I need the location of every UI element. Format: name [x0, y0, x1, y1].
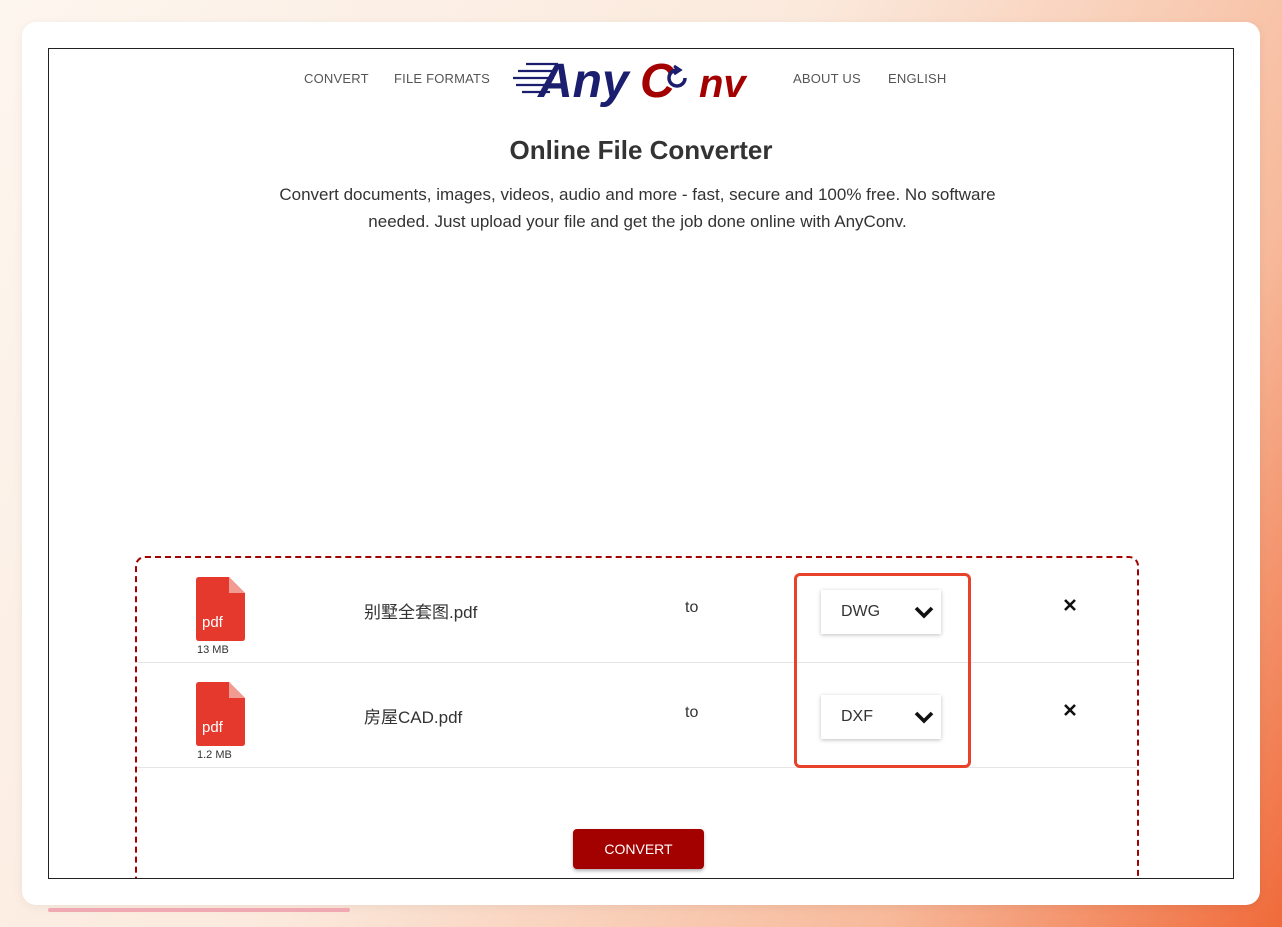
file-size: 1.2 MB [197, 749, 232, 761]
file-name: 别墅全套图.pdf [364, 603, 478, 622]
anyconv-logo[interactable]: Any C nv [512, 51, 762, 107]
to-label: to [685, 704, 699, 721]
page-title: Online File Converter [509, 135, 773, 165]
file-size: 13 MB [197, 644, 229, 656]
close-icon[interactable] [1059, 594, 1081, 616]
to-label: to [685, 599, 699, 616]
pdf-icon-label: pdf [202, 614, 224, 631]
logo-text-any: Any [537, 55, 631, 107]
pdf-file-icon: pdf [196, 682, 245, 746]
page-frame: CONVERT FILE FORMATS Any C nv ABOUT US E… [48, 48, 1234, 879]
file-row: pdf 1.2 MB 房屋CAD.pdf to DXF [137, 663, 1137, 768]
close-icon[interactable] [1059, 699, 1081, 721]
format-highlight-box [794, 573, 971, 768]
logo-text-nv: nv [699, 62, 748, 106]
scroll-indicator [48, 908, 350, 912]
pdf-file-icon: pdf [196, 577, 245, 641]
nav-language[interactable]: ENGLISH [888, 71, 946, 86]
file-row: pdf 13 MB 别墅全套图.pdf to DWG [137, 558, 1137, 663]
page-subtitle: Convert documents, images, videos, audio… [279, 185, 996, 231]
top-nav: CONVERT FILE FORMATS Any C nv ABOUT US E… [49, 49, 1233, 109]
nav-about-us[interactable]: ABOUT US [793, 71, 861, 86]
file-name: 房屋CAD.pdf [364, 708, 463, 727]
nav-file-formats[interactable]: FILE FORMATS [394, 71, 490, 86]
nav-convert[interactable]: CONVERT [304, 71, 369, 86]
convert-button[interactable]: CONVERT [573, 829, 704, 869]
pdf-icon-label: pdf [202, 719, 224, 736]
